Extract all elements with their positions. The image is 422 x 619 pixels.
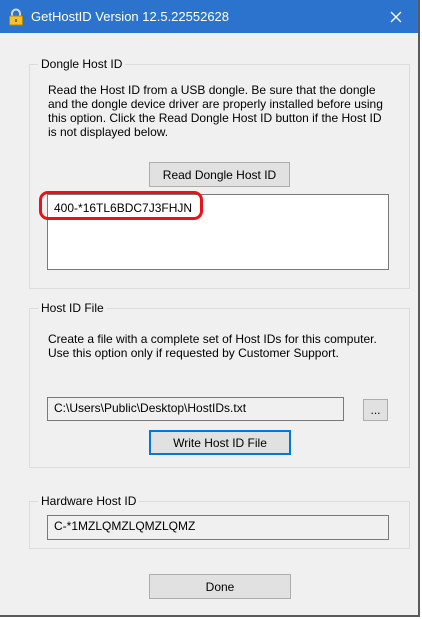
window-title: GetHostID Version 12.5.22552628 [31, 9, 230, 24]
gethostid-window: GetHostID Version 12.5.22552628 Dongle H… [0, 0, 420, 617]
write-host-id-file-button[interactable]: Write Host ID File [149, 430, 291, 455]
title-bar[interactable]: GetHostID Version 12.5.22552628 [0, 0, 418, 33]
browse-button[interactable]: ... [363, 399, 388, 421]
host-id-file-path-field[interactable]: C:\Users\Public\Desktop\HostIDs.txt [47, 397, 344, 421]
group-label-hardware: Hardware Host ID [38, 494, 140, 508]
host-id-file-description: Create a file with a complete set of Hos… [48, 332, 377, 360]
group-label-dongle: Dongle Host ID [38, 57, 126, 71]
close-button[interactable] [374, 0, 418, 33]
done-button[interactable]: Done [149, 574, 291, 599]
group-label-host-id-file: Host ID File [38, 301, 107, 315]
lock-icon [9, 8, 23, 26]
dongle-description: Read the Host ID from a USB dongle. Be s… [48, 83, 383, 139]
hardware-host-id-field[interactable]: C-*1MZLQMZLQMZLQMZ [47, 515, 389, 540]
highlight-annotation [39, 191, 203, 220]
close-icon [390, 11, 402, 22]
read-dongle-host-id-button[interactable]: Read Dongle Host ID [149, 162, 290, 187]
